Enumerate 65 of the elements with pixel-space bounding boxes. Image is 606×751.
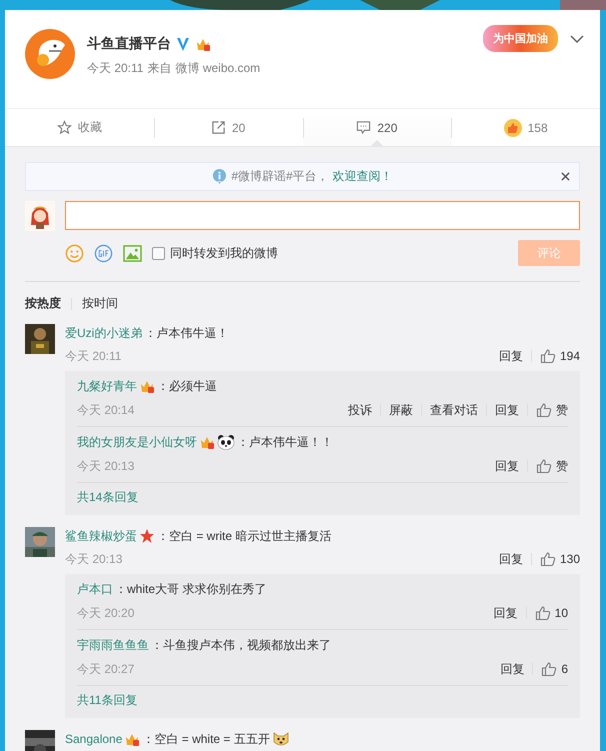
reply-action-link[interactable]: 屏蔽 bbox=[389, 402, 413, 418]
like-button[interactable]: 10 bbox=[534, 605, 568, 621]
smiley-icon[interactable] bbox=[65, 244, 84, 262]
reply-action-link[interactable]: 回复 bbox=[495, 402, 519, 418]
like-action[interactable]: 158 bbox=[451, 109, 600, 146]
reply-time: 今天 20:20 bbox=[77, 604, 134, 622]
reply-action-link[interactable]: 查看对话 bbox=[430, 402, 478, 418]
reply-link[interactable]: 回复 bbox=[498, 550, 523, 568]
commenter-name[interactable]: 爱Uzi的小迷弟 bbox=[65, 324, 142, 342]
reply-time: 今天 20:14 bbox=[77, 402, 134, 418]
thumbs-up-icon bbox=[534, 605, 551, 621]
source-link[interactable]: 微博 weibo.com bbox=[175, 60, 260, 77]
reply-time: 今天 20:13 bbox=[77, 458, 134, 474]
like-button[interactable]: 赞 bbox=[536, 402, 568, 418]
reply-link[interactable]: 回复 bbox=[498, 348, 523, 364]
chevron-down-icon[interactable] bbox=[570, 34, 584, 42]
thumbs-up-icon bbox=[504, 118, 522, 136]
comment-text: ：卢本伟牛逼！ bbox=[144, 325, 228, 342]
star-icon bbox=[139, 528, 155, 544]
sticker-banner: 为中国加油 bbox=[483, 25, 558, 52]
reply-action-link[interactable]: 回复 bbox=[495, 458, 519, 474]
thumbs-up-icon bbox=[536, 402, 552, 418]
star-outline-icon bbox=[56, 120, 72, 135]
speech-bubble-icon bbox=[356, 120, 372, 135]
like-button[interactable]: 6 bbox=[541, 661, 568, 677]
reply-text: ：必须牛逼 bbox=[157, 378, 217, 395]
share-arrow-icon bbox=[210, 120, 226, 135]
comment-input-field[interactable] bbox=[65, 201, 580, 230]
repost-checkbox[interactable] bbox=[152, 246, 165, 260]
like-button[interactable]: 194 bbox=[540, 348, 580, 364]
reply-text: ：卢本伟牛逼！！ bbox=[237, 434, 333, 451]
like-button[interactable]: 赞 bbox=[536, 458, 568, 474]
reply-text: ：斗鱼搜卢本伟，视频都放出来了 bbox=[151, 637, 331, 654]
repost-action[interactable]: 20 bbox=[154, 109, 302, 146]
image-icon[interactable] bbox=[123, 244, 142, 262]
reply-action-link[interactable]: 投诉 bbox=[348, 402, 372, 418]
gif-icon[interactable] bbox=[94, 244, 113, 262]
commenter-name[interactable]: 鲨鱼辣椒炒蛋 bbox=[65, 527, 137, 545]
reply-action-link[interactable]: 回复 bbox=[494, 604, 518, 622]
repost-label: 同时转发到我的微博 bbox=[170, 244, 278, 262]
sort-tab[interactable]: 按热度 bbox=[25, 295, 61, 312]
notice-link[interactable]: 欢迎查阅！ bbox=[332, 168, 393, 185]
reply-action-link[interactable]: 回复 bbox=[500, 660, 524, 678]
comment-time: 今天 20:13 bbox=[65, 550, 122, 568]
thumbs-up-icon bbox=[536, 458, 552, 474]
thumbs-up-icon bbox=[540, 348, 556, 364]
panda-icon bbox=[217, 434, 235, 450]
commenter-name[interactable]: Sangalone bbox=[65, 730, 122, 748]
source-label: 来自 bbox=[147, 60, 172, 77]
sort-tab[interactable]: 按时间 bbox=[82, 295, 118, 312]
comment-text: ：空白 = write 暗示过世主播复活 bbox=[157, 528, 332, 545]
post-time: 今天 20:11 bbox=[87, 60, 144, 77]
notice-text: #微博辟谣#平台， bbox=[231, 168, 329, 185]
dog-face-icon bbox=[272, 730, 290, 748]
thumbs-up-icon bbox=[541, 661, 558, 677]
thumbs-up-icon bbox=[540, 551, 556, 567]
comment-text: ：空白 = white = 五五开 bbox=[142, 731, 270, 748]
reply-text: ：white大哥 求求你别在秀了 bbox=[115, 581, 266, 598]
author-name[interactable]: 斗鱼直播平台 bbox=[87, 35, 171, 53]
info-icon bbox=[212, 168, 228, 185]
like-button[interactable]: 130 bbox=[540, 551, 580, 567]
comment-time: 今天 20:11 bbox=[65, 348, 122, 364]
favorite-action[interactable]: 收藏 bbox=[5, 109, 154, 146]
reply-time: 今天 20:27 bbox=[77, 660, 134, 678]
close-icon[interactable] bbox=[561, 172, 570, 181]
